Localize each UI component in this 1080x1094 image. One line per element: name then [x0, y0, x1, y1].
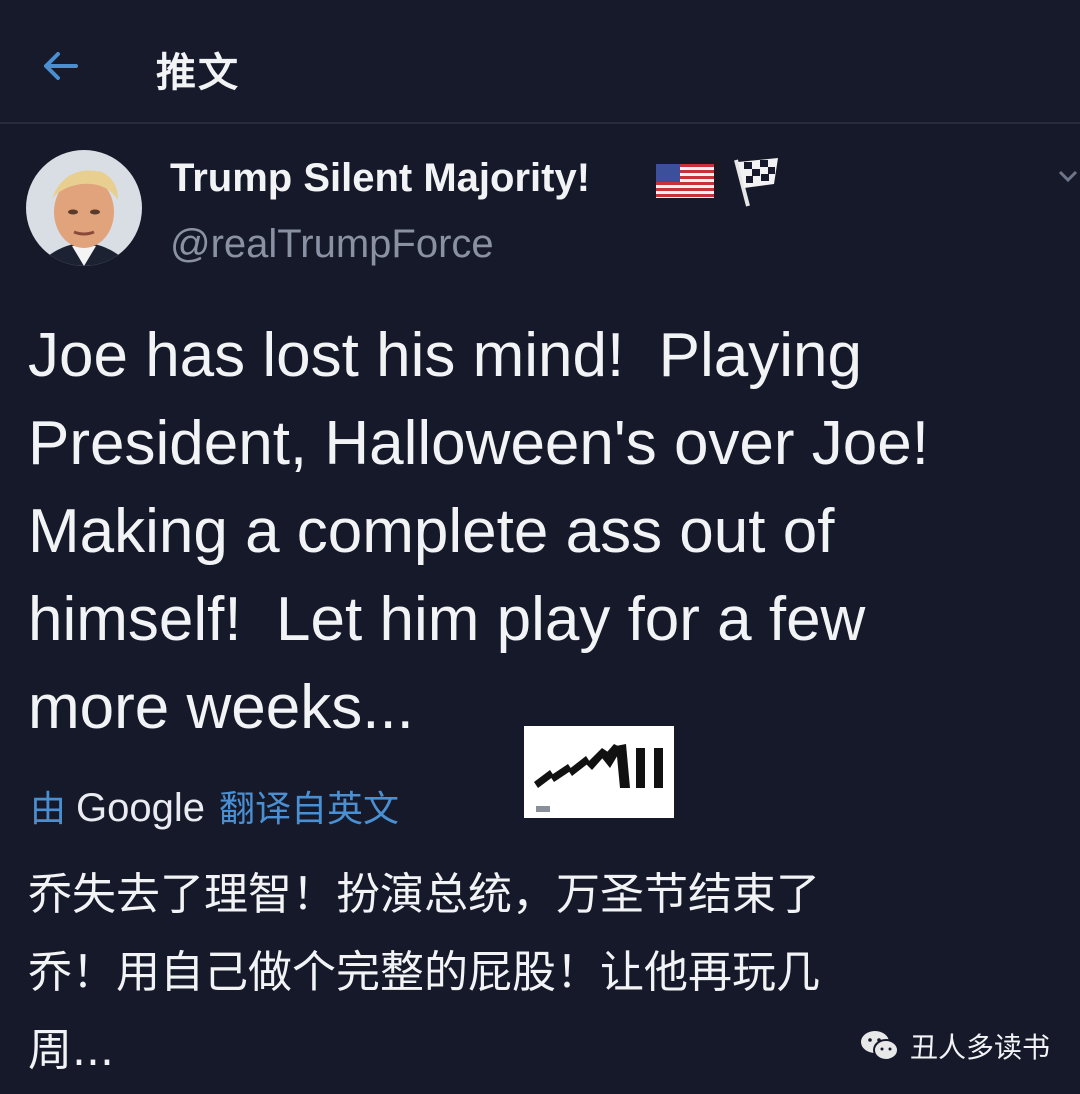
domino-sticker-image: [524, 726, 674, 818]
translation-attribution: 由 Google 翻译自英文: [30, 780, 399, 832]
translation-by-label: 由: [30, 789, 67, 830]
chevron-down-icon[interactable]: [1058, 170, 1078, 184]
wechat-icon: [861, 1031, 899, 1061]
avatar[interactable]: [26, 150, 142, 266]
watermark: 丑人多读书: [860, 1026, 1050, 1066]
back-button[interactable]: [36, 42, 84, 90]
author-display-name[interactable]: Trump Silent Majority!: [170, 156, 590, 201]
watermark-text: 丑人多读书: [910, 1031, 1051, 1064]
author-handle[interactable]: @realTrumpForce: [170, 222, 494, 267]
page-title: 推文: [156, 50, 240, 96]
checkered-flag-icon: [734, 158, 778, 207]
top-bar: 推文: [0, 0, 1080, 124]
translated-from-english-link[interactable]: 翻译自英文: [219, 780, 399, 832]
tweet-text: Joe has lost his mind! Playing President…: [28, 321, 929, 742]
us-flag-icon: [656, 164, 714, 198]
google-logo-text: Google: [76, 786, 205, 830]
arrow-left-icon: [44, 52, 78, 80]
